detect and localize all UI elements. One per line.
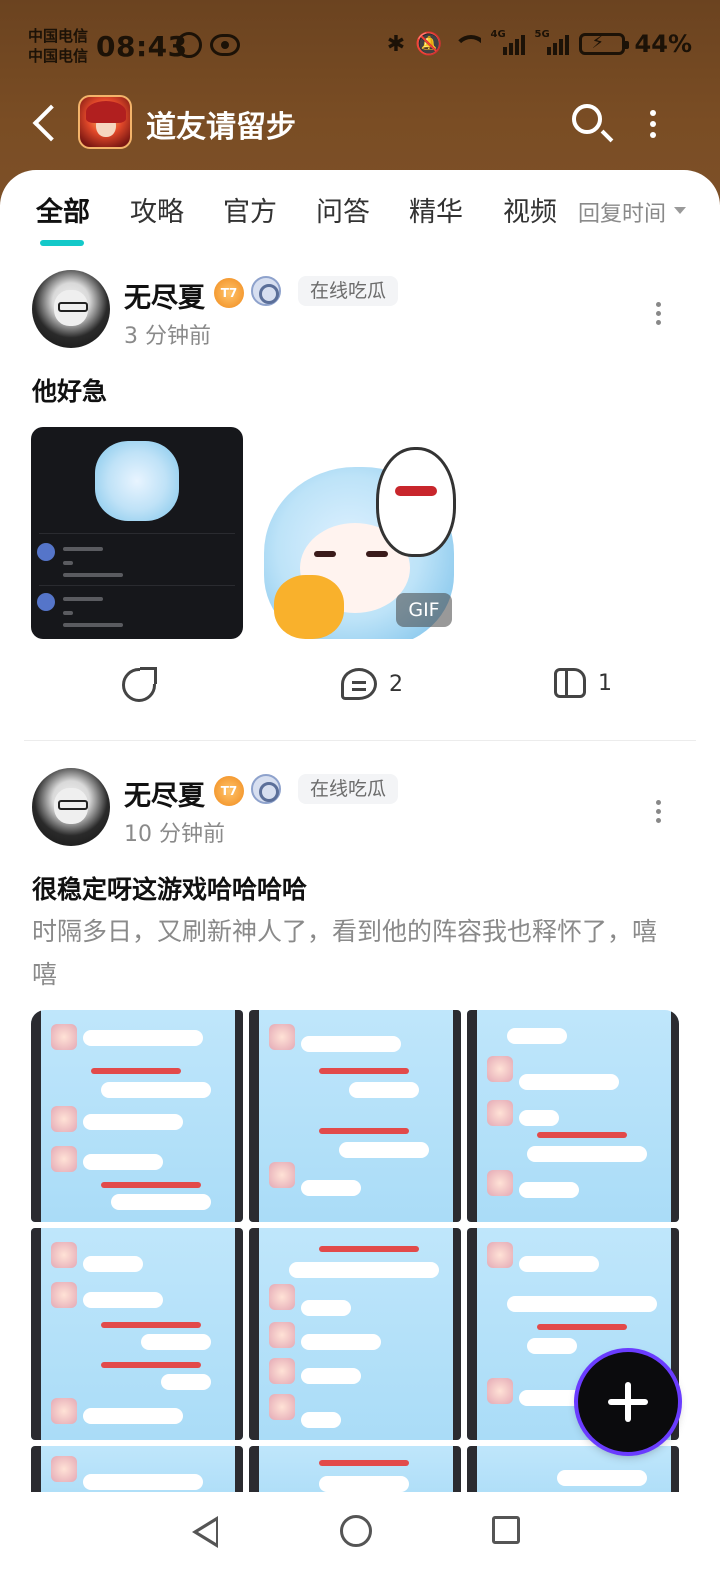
grid-image[interactable] (467, 1010, 679, 1222)
level-badge: T7 (214, 278, 244, 308)
post-time: 10 分钟前 (124, 822, 225, 847)
sort-dropdown[interactable]: 回复时间 (578, 196, 666, 228)
comment-icon (341, 668, 377, 700)
post-image-gif[interactable]: GIF (256, 427, 468, 639)
share-icon (122, 667, 157, 702)
content-sheet: 全部 攻略 官方 问答 精华 视频 回复时间 无尽夏 T7 在线吃瓜 3 分钟前… (0, 170, 720, 1510)
post-body[interactable]: 时隔多日，又刷新神人了，看到他的阵容我也释怀了，嘻嘻 (32, 910, 672, 996)
post-more-icon[interactable] (656, 302, 662, 325)
grid-image[interactable] (249, 1228, 461, 1440)
tab-active-indicator (40, 240, 84, 246)
status-icons-right: ✱ 🔕 4G 5G ⚡ 44% (386, 29, 692, 58)
like-count: 1 (598, 670, 612, 696)
grid-image[interactable] (31, 1010, 243, 1222)
avatar[interactable] (32, 768, 110, 846)
status-bar: 中国电信 中国电信 08:43 ✱ 🔕 4G 5G ⚡ 44% (0, 0, 720, 90)
post-time: 3 分钟前 (124, 324, 211, 349)
post-divider (24, 740, 696, 741)
wifi-icon (452, 33, 481, 55)
fox-mask (376, 447, 456, 557)
status-time: 08:43 (96, 30, 188, 63)
level-badge: T7 (214, 776, 244, 806)
more-vertical-icon[interactable] (650, 110, 656, 138)
post-title[interactable]: 他好急 (32, 372, 107, 408)
post-title[interactable]: 很稳定呀这游戏哈哈哈哈 (32, 870, 307, 906)
carrier-1: 中国电信 (28, 27, 89, 45)
tab-qa[interactable]: 问答 (316, 190, 370, 229)
grid-image[interactable] (249, 1010, 461, 1222)
nav-recents-icon[interactable] (492, 1516, 520, 1544)
battery-icon: ⚡ (578, 32, 629, 55)
thumbs-up-icon (554, 668, 586, 698)
signal-4g-icon: 4G (491, 29, 525, 55)
signal-5g-icon: 5G (535, 29, 569, 55)
role-badge-icon (251, 276, 281, 306)
app-header: 道友请留步 (0, 92, 720, 158)
post-more-icon[interactable] (656, 800, 662, 823)
bluetooth-icon: ✱ (386, 31, 406, 57)
eye-icon (210, 34, 240, 56)
comment-count: 2 (389, 671, 403, 697)
user-tag: 在线吃瓜 (298, 774, 399, 804)
tab-featured[interactable]: 精华 (409, 190, 463, 229)
page-title: 道友请留步 (146, 110, 296, 145)
battery-percent: 44% (634, 30, 692, 58)
tab-bar: 全部 攻略 官方 问答 精华 视频 回复时间 (0, 190, 720, 250)
search-icon[interactable] (572, 104, 602, 134)
gif-badge: GIF (396, 593, 452, 627)
username[interactable]: 无尽夏 (124, 276, 205, 315)
system-nav-bar (0, 1492, 720, 1591)
tab-video[interactable]: 视频 (503, 190, 557, 229)
grid-image[interactable] (31, 1228, 243, 1440)
sticker-thumbnail (95, 441, 179, 521)
back-arrow-icon[interactable] (32, 104, 70, 142)
post-image-screenshot[interactable] (31, 427, 243, 639)
game-avatar-icon[interactable] (78, 95, 132, 149)
create-post-button[interactable] (578, 1352, 678, 1452)
status-icons-left (176, 32, 240, 58)
mute-bell-icon: 🔕 (415, 31, 443, 57)
tab-all[interactable]: 全部 (36, 190, 90, 229)
network-4g-label: 4G (490, 29, 506, 40)
post-actions: 2 1 (0, 667, 720, 716)
carrier-labels: 中国电信 中国电信 (28, 26, 88, 66)
role-badge-icon (251, 774, 281, 804)
chevron-down-icon[interactable] (674, 207, 686, 214)
comment-button[interactable]: 2 (341, 668, 403, 700)
tab-guides[interactable]: 攻略 (130, 190, 184, 229)
tab-official[interactable]: 官方 (223, 190, 277, 229)
share-button[interactable] (122, 667, 157, 702)
username[interactable]: 无尽夏 (124, 774, 205, 813)
user-tag: 在线吃瓜 (298, 276, 399, 306)
nav-back-icon[interactable] (192, 1516, 218, 1548)
avatar[interactable] (32, 270, 110, 348)
notification-icon (176, 32, 202, 58)
nav-home-icon[interactable] (340, 1515, 372, 1547)
post-image-grid (31, 1010, 679, 1510)
carrier-2: 中国电信 (28, 47, 89, 65)
network-5g-label: 5G (534, 29, 550, 40)
like-button[interactable]: 1 (554, 668, 612, 698)
